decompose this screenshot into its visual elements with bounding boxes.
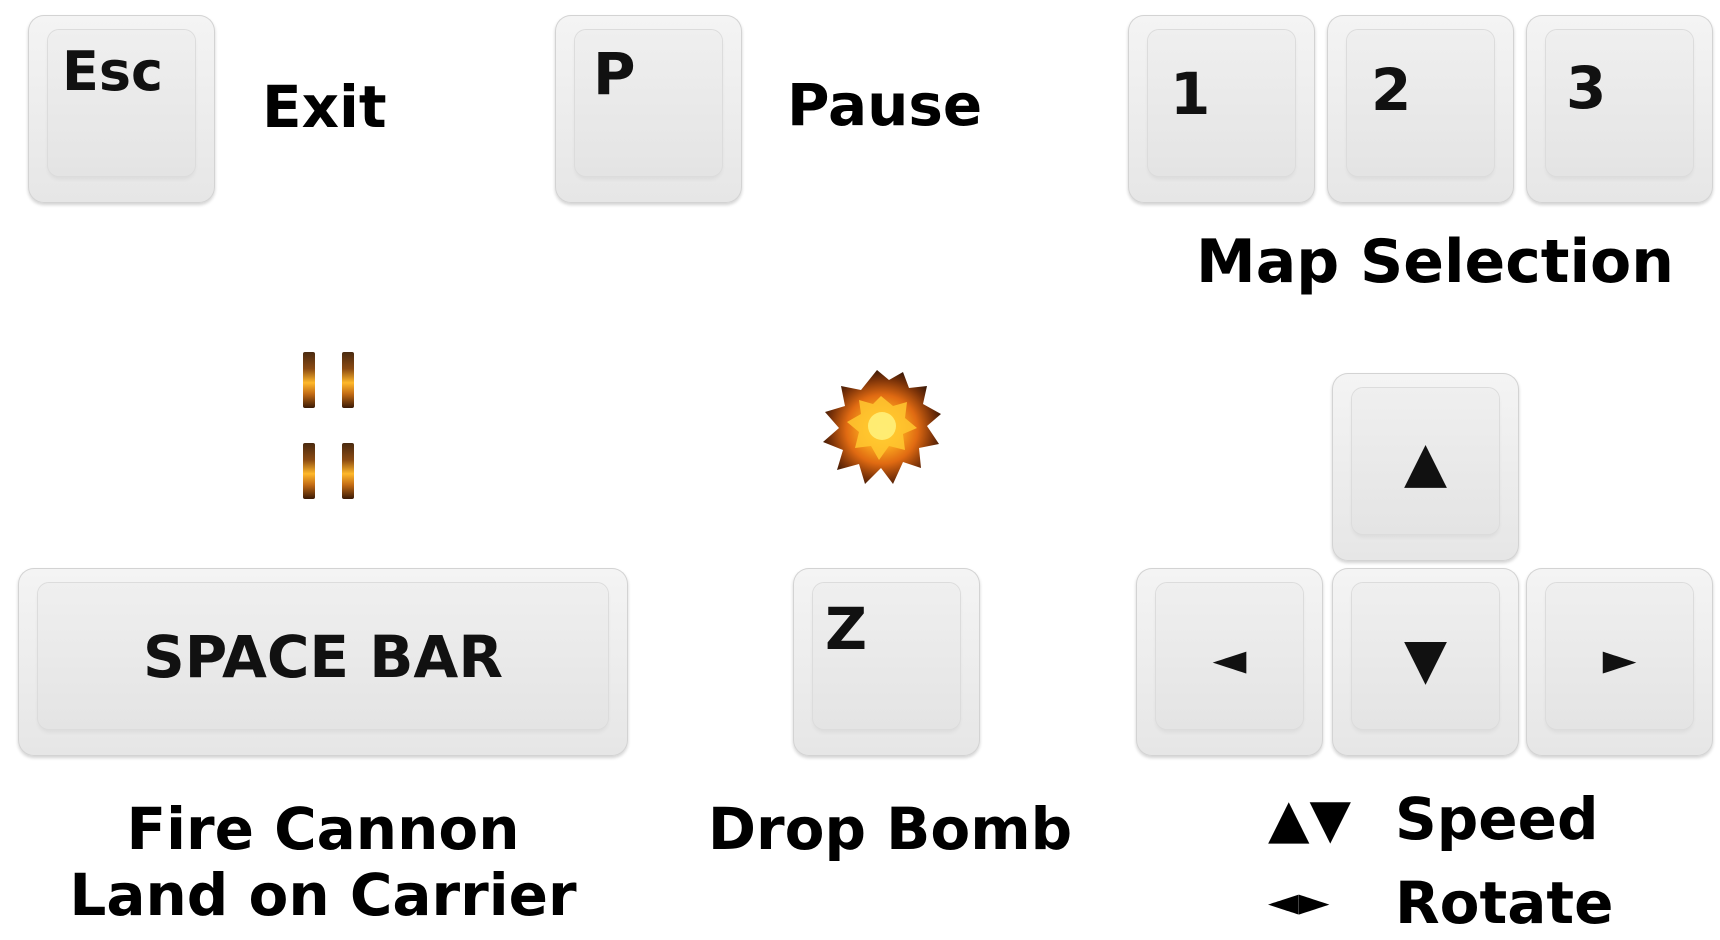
rotate-arrows-icon: ◄► (1268, 879, 1330, 925)
z-key-legend: Z (825, 595, 868, 663)
rotate-label: Rotate (1395, 869, 1614, 937)
cannon-bullet-icon (342, 443, 354, 499)
key-1[interactable]: 1 (1128, 15, 1315, 203)
arrow-right-key[interactable]: ► (1526, 568, 1713, 756)
speed-arrows-icon: ▲▼ (1268, 787, 1352, 850)
key-1-legend: 1 (1170, 60, 1211, 128)
exit-label: Exit (262, 73, 387, 141)
cannon-bullet-icon (303, 443, 315, 499)
z-key[interactable]: Z (793, 568, 980, 756)
pause-label: Pause (787, 71, 983, 139)
key-2-legend: 2 (1371, 56, 1412, 124)
key-3-legend: 3 (1566, 54, 1607, 122)
arrow-down-icon: ▼ (1403, 627, 1448, 692)
explosion-icon (823, 370, 941, 484)
speed-label: Speed (1395, 785, 1599, 853)
drop-bomb-label: Drop Bomb (707, 795, 1073, 863)
arrow-left-icon: ◄ (1212, 634, 1247, 685)
space-bar-key-legend: SPACE BAR (143, 623, 503, 691)
arrow-up-icon: ▲ (1403, 430, 1448, 495)
land-on-carrier-label: Land on Carrier (69, 861, 577, 929)
key-2-face (1347, 30, 1494, 176)
arrow-up-key[interactable]: ▲ (1332, 373, 1519, 561)
cannon-bullet-icon (342, 352, 354, 408)
arrow-down-key[interactable]: ▼ (1332, 568, 1519, 756)
arrow-left-key[interactable]: ◄ (1136, 568, 1323, 756)
cannon-bullet-icon (303, 352, 315, 408)
fire-cannon-label: Fire Cannon (126, 795, 520, 863)
space-bar-key[interactable]: SPACE BAR (18, 568, 628, 756)
key-3[interactable]: 3 (1526, 15, 1713, 203)
arrow-right-icon: ► (1602, 634, 1637, 685)
key-2[interactable]: 2 (1327, 15, 1514, 203)
cannon-bullet-icon (300, 352, 360, 504)
esc-key-legend: Esc (62, 40, 164, 103)
esc-key[interactable]: Esc (28, 15, 215, 203)
p-key[interactable]: P (555, 15, 742, 203)
p-key-legend: P (593, 40, 636, 108)
map-selection-label: Map Selection (1196, 227, 1674, 297)
